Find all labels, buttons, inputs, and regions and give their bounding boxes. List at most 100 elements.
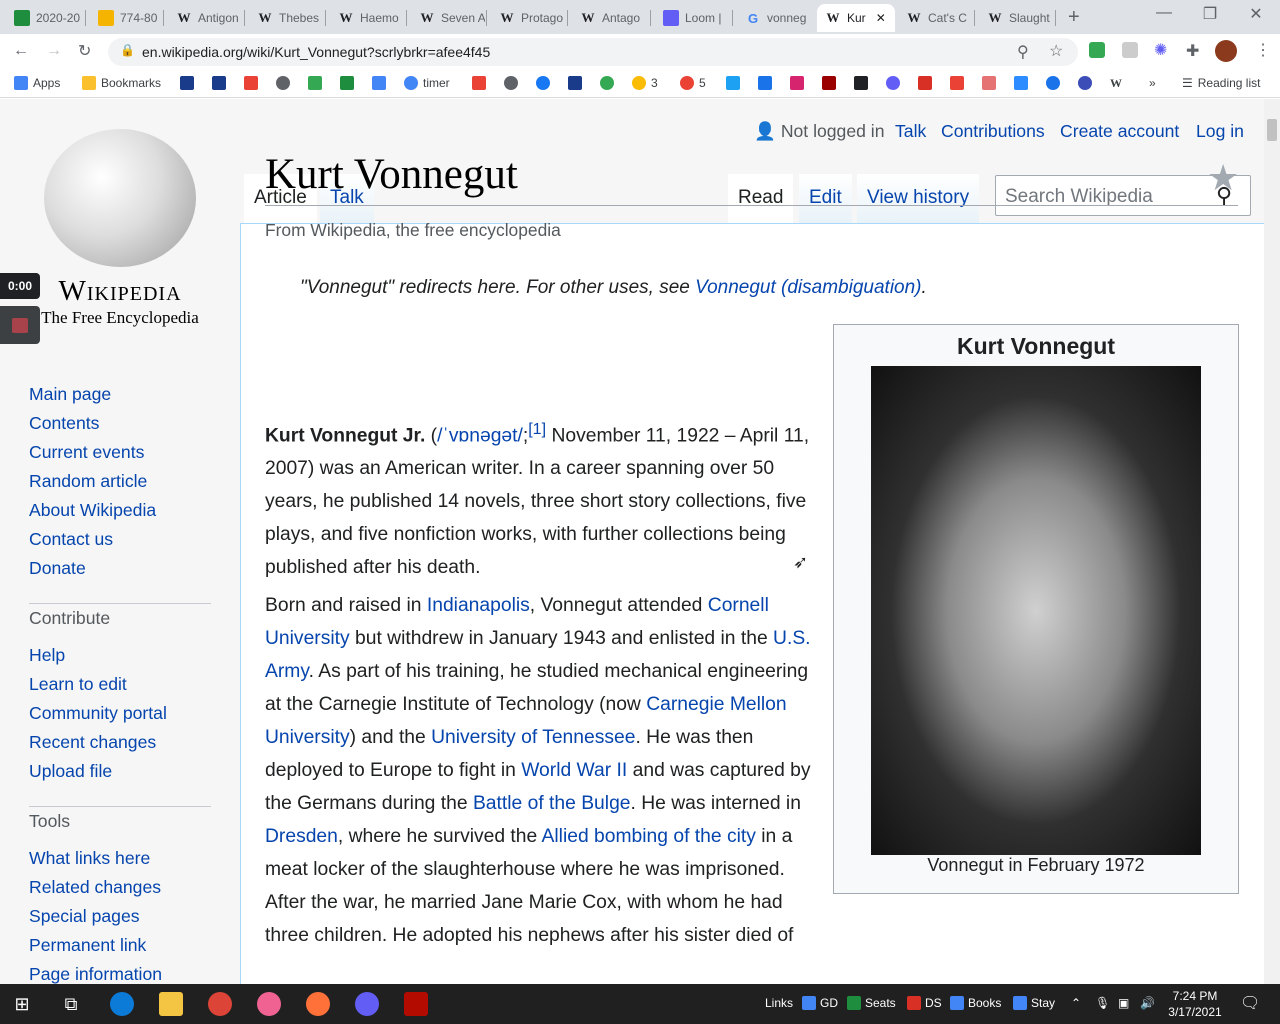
new-tab-button[interactable]: + [1068, 6, 1080, 29]
sidebar-link[interactable]: Upload file [29, 757, 167, 786]
file-explorer-icon[interactable] [159, 992, 183, 1016]
article-link[interactable]: Battle of the Bulge [473, 793, 631, 814]
tab-read[interactable]: Read [728, 174, 794, 224]
loom-extension-icon[interactable]: ✺ [1154, 40, 1167, 60]
browser-tab[interactable]: W Seven A [411, 4, 486, 32]
sidebar-link[interactable]: Contents [29, 409, 156, 438]
ipa-pronunciation-link[interactable]: /ˈvɒnəɡət/ [437, 425, 523, 446]
windows-start-icon[interactable]: ⊞ [10, 992, 34, 1016]
lock-icon[interactable]: 🔒 [120, 43, 135, 57]
bookmark-item[interactable] [1078, 76, 1092, 90]
sidebar-link[interactable]: Random article [29, 467, 156, 496]
bookmark-item[interactable] [504, 76, 518, 90]
sidebar-link[interactable]: Related changes [29, 873, 162, 902]
reading-list-button[interactable]: ☰ Reading list [1182, 76, 1260, 90]
links-toolbar[interactable]: Links [765, 996, 793, 1010]
extension-icon[interactable] [1122, 42, 1138, 58]
bookmark-item[interactable] [822, 76, 836, 90]
acrobat-icon[interactable] [404, 992, 428, 1016]
browser-tab[interactable]: Gvonneg [737, 4, 811, 32]
taskbar-link[interactable]: Books [950, 996, 1001, 1010]
bookmark-star-icon[interactable]: ☆ [1049, 41, 1063, 61]
article-link[interactable]: Allied bombing of the city [542, 826, 756, 847]
sidebar-link[interactable]: About Wikipedia [29, 496, 156, 525]
taskbar-link[interactable]: DS [907, 996, 942, 1010]
edge-icon[interactable] [110, 992, 134, 1016]
bookmark-item[interactable] [600, 76, 614, 90]
minimize-button[interactable]: — [1141, 4, 1187, 22]
sidebar-link[interactable]: Current events [29, 438, 156, 467]
sidebar-link[interactable]: Contact us [29, 525, 156, 554]
browser-tab[interactable]: W Thebes [249, 4, 324, 32]
browser-tab[interactable]: W Cat's C [898, 4, 973, 32]
article-link[interactable]: Indianapolis [427, 595, 530, 616]
sidebar-link[interactable]: Community portal [29, 699, 167, 728]
bookmark-folder-3[interactable]: 3 [632, 76, 658, 90]
bookmark-folder-5[interactable]: 5 [680, 76, 706, 90]
browser-tab[interactable]: W Slaught [979, 4, 1054, 32]
url-text[interactable]: en.wikipedia.org/wiki/Kurt_Vonnegut?scrl… [142, 44, 490, 60]
browser-tab[interactable]: W Antago [572, 4, 649, 32]
system-clock[interactable]: 7:24 PM 3/17/2021 [1160, 988, 1230, 1020]
itunes-icon[interactable] [257, 992, 281, 1016]
profile-avatar[interactable] [1215, 40, 1237, 62]
bookmark-timer[interactable]: timer [404, 76, 450, 90]
tab-view-history[interactable]: View history [857, 174, 980, 224]
taskbar-link[interactable]: Seats [847, 996, 896, 1010]
bookmark-sis[interactable] [212, 76, 226, 90]
sidebar-link[interactable]: Main page [29, 380, 156, 409]
article-link[interactable]: Dresden [265, 826, 338, 847]
bookmark-sis[interactable] [180, 76, 194, 90]
loom-icon[interactable] [355, 992, 379, 1016]
chrome-icon[interactable] [208, 992, 232, 1016]
extensions-puzzle-icon[interactable]: ✚ [1186, 41, 1199, 61]
recording-stop-button[interactable] [0, 306, 40, 344]
contributions-link[interactable]: Contributions [941, 121, 1045, 142]
bookmark-apps[interactable]: Apps [14, 76, 60, 90]
forward-icon[interactable]: → [46, 42, 62, 60]
firefox-icon[interactable] [306, 992, 330, 1016]
sidebar-link[interactable]: Permanent link [29, 931, 162, 960]
bookmark-item[interactable] [982, 76, 996, 90]
sidebar-link[interactable]: Learn to edit [29, 670, 167, 699]
scrollbar-thumb[interactable] [1267, 119, 1277, 141]
notifications-icon[interactable]: 🗨 [1240, 993, 1260, 1013]
volume-icon[interactable]: 🔊 [1140, 996, 1155, 1010]
citation-link[interactable]: [1] [528, 420, 546, 438]
task-view-icon[interactable]: ⧉ [59, 992, 83, 1016]
network-icon[interactable]: ▣ [1118, 996, 1129, 1010]
sidebar-link[interactable]: Recent changes [29, 728, 167, 757]
bookmark-item[interactable] [1014, 76, 1028, 90]
bookmark-wikipedia[interactable]: W [1110, 76, 1122, 91]
bookmark-item[interactable] [568, 76, 582, 90]
bookmarks-more-button[interactable]: » [1149, 76, 1156, 90]
bookmark-item[interactable] [790, 76, 804, 90]
create-account-link[interactable]: Create account [1060, 121, 1179, 142]
browser-tab[interactable]: W Antigon [168, 4, 243, 32]
bookmark-item[interactable] [1046, 76, 1060, 90]
browser-tab[interactable]: 774-80 [90, 4, 162, 32]
extension-icon[interactable] [1089, 42, 1105, 58]
bookmark-item[interactable] [472, 76, 486, 90]
bookmark-folder[interactable]: Bookmarks [82, 76, 161, 90]
microphone-icon[interactable]: 🎙 [1095, 996, 1110, 1010]
wikipedia-logo[interactable]: Wikipedia The Free Encyclopedia [30, 129, 210, 339]
reload-icon[interactable]: ↻ [78, 41, 91, 61]
browser-tab[interactable]: Loom | [655, 4, 731, 32]
bookmark-item[interactable] [726, 76, 740, 90]
bookmark-item[interactable] [854, 76, 868, 90]
taskbar-link[interactable]: Stay [1013, 996, 1055, 1010]
back-icon[interactable]: ← [13, 42, 29, 60]
sidebar-link[interactable]: Page information [29, 960, 162, 984]
bookmark-item[interactable] [758, 76, 772, 90]
page-scrollbar[interactable] [1264, 99, 1280, 984]
close-window-button[interactable]: ✕ [1233, 4, 1279, 24]
browser-tab[interactable]: W Kur ✕ [817, 4, 895, 32]
browser-tab[interactable]: W Haemo [330, 4, 405, 32]
article-link[interactable]: World War II [521, 760, 627, 781]
zoom-icon[interactable]: ⚲ [1017, 42, 1029, 62]
browser-tab[interactable]: 2020-20 [6, 4, 84, 32]
bookmark-facebook[interactable] [536, 76, 550, 90]
tab-edit[interactable]: Edit [799, 174, 852, 224]
close-tab-icon[interactable]: ✕ [876, 11, 886, 25]
